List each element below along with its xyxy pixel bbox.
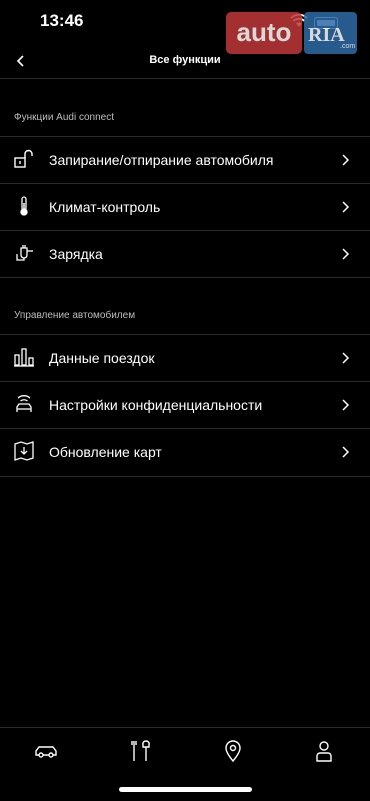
bar-chart-icon bbox=[14, 348, 34, 367]
status-time: 13:46 bbox=[40, 11, 84, 30]
thermometer-icon bbox=[20, 196, 28, 216]
chevron-right-icon bbox=[342, 248, 350, 260]
list-item-label: Данные поездок bbox=[49, 350, 155, 366]
profile-icon[interactable] bbox=[311, 738, 337, 764]
list-item-climate[interactable]: Климат-контроль bbox=[0, 183, 370, 231]
navigation-bar: Все функции bbox=[0, 44, 370, 79]
chevron-right-icon bbox=[342, 399, 350, 411]
section-title-vehicle-management: Управление автомобилем bbox=[14, 310, 136, 321]
list-item-label: Зарядка bbox=[49, 246, 103, 262]
home-indicator[interactable] bbox=[119, 787, 252, 792]
charging-plug-icon bbox=[16, 245, 33, 261]
list-item-map-update[interactable]: Обновление карт bbox=[0, 428, 370, 477]
tools-icon[interactable] bbox=[127, 738, 153, 764]
list-item-label: Климат-контроль bbox=[49, 199, 161, 215]
chevron-right-icon bbox=[342, 352, 350, 364]
list-item-label: Обновление карт bbox=[49, 444, 162, 460]
chevron-right-icon bbox=[342, 201, 350, 213]
unlock-icon bbox=[14, 149, 33, 168]
map-download-icon bbox=[14, 441, 34, 461]
chevron-right-icon bbox=[342, 154, 350, 166]
list-item-trip-data[interactable]: Данные поездок bbox=[0, 334, 370, 382]
page-title: Все функции bbox=[149, 54, 221, 66]
list-item-privacy[interactable]: Настройки конфиденциальности bbox=[0, 381, 370, 429]
list-item-label: Настройки конфиденциальности bbox=[49, 397, 263, 413]
list-item-charging[interactable]: Зарядка bbox=[0, 230, 370, 278]
car-icon[interactable] bbox=[33, 738, 59, 764]
section-divider bbox=[0, 277, 370, 278]
chevron-right-icon bbox=[342, 446, 350, 458]
list-item-lock-unlock[interactable]: Запирание/отпирание автомобиля bbox=[0, 136, 370, 184]
car-signal-icon bbox=[16, 395, 32, 412]
section-title-audi-connect: Функции Audi connect bbox=[14, 112, 114, 123]
location-pin-icon[interactable] bbox=[220, 738, 246, 764]
list-item-label: Запирание/отпирание автомобиля bbox=[49, 152, 274, 168]
